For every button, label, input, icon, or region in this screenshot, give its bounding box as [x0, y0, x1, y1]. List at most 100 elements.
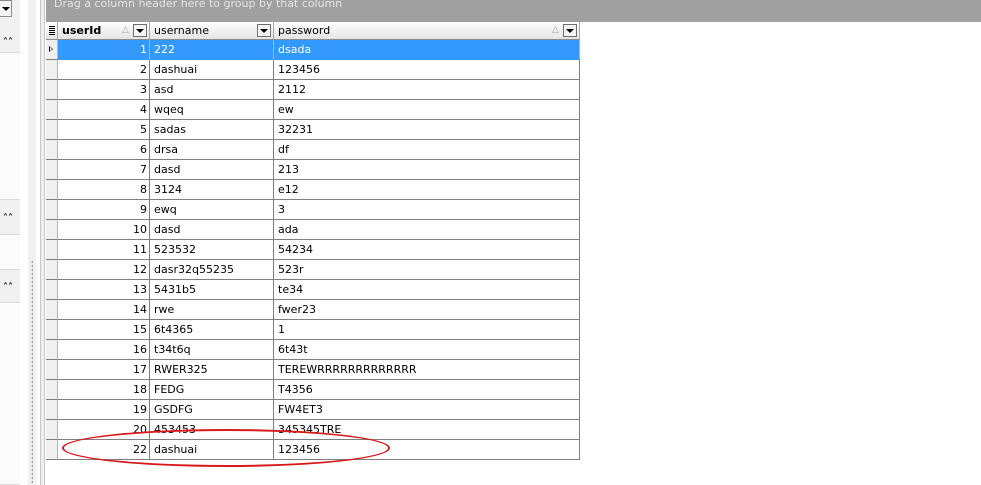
filter-dropdown-icon[interactable]: [257, 24, 271, 37]
row-indicator[interactable]: [46, 400, 58, 420]
cell-password[interactable]: FW4ET3: [274, 400, 580, 420]
cell-userid[interactable]: 22: [58, 440, 150, 460]
cell-password[interactable]: 213: [274, 160, 580, 180]
row-indicator[interactable]: [46, 260, 58, 280]
table-row[interactable]: 22 dashuai 123456: [46, 440, 580, 460]
table-row[interactable]: 5 sadas 32231: [46, 120, 580, 140]
cell-username[interactable]: 222: [150, 40, 274, 60]
cell-userid[interactable]: 6: [58, 140, 150, 160]
cell-username[interactable]: t34t6q: [150, 340, 274, 360]
cell-username[interactable]: ewq: [150, 200, 274, 220]
panel-splitter[interactable]: [28, 0, 36, 485]
collapse-up-icon[interactable]: ˄˄: [0, 212, 16, 226]
cell-userid[interactable]: 13: [58, 280, 150, 300]
row-indicator[interactable]: [46, 440, 58, 460]
row-indicator[interactable]: [46, 40, 58, 60]
cell-userid[interactable]: 10: [58, 220, 150, 240]
row-indicator[interactable]: [46, 60, 58, 80]
row-indicator[interactable]: [46, 200, 58, 220]
cell-username[interactable]: GSDFG: [150, 400, 274, 420]
table-row[interactable]: 14 rwe fwer23: [46, 300, 580, 320]
cell-password[interactable]: ada: [274, 220, 580, 240]
cell-password[interactable]: 32231: [274, 120, 580, 140]
cell-password[interactable]: 345345TRE: [274, 420, 580, 440]
row-indicator[interactable]: [46, 420, 58, 440]
cell-password[interactable]: T4356: [274, 380, 580, 400]
cell-password[interactable]: 3: [274, 200, 580, 220]
cell-userid[interactable]: 9: [58, 200, 150, 220]
cell-userid[interactable]: 14: [58, 300, 150, 320]
cell-userid[interactable]: 5: [58, 120, 150, 140]
row-indicator[interactable]: [46, 80, 58, 100]
cell-username[interactable]: 5431b5: [150, 280, 274, 300]
table-row[interactable]: 9 ewq 3: [46, 200, 580, 220]
cell-userid[interactable]: 7: [58, 160, 150, 180]
cell-username[interactable]: dashuai: [150, 440, 274, 460]
cell-userid[interactable]: 2: [58, 60, 150, 80]
row-indicator[interactable]: [46, 160, 58, 180]
row-indicator[interactable]: [46, 220, 58, 240]
table-row[interactable]: 7 dasd 213: [46, 160, 580, 180]
column-header-password[interactable]: password △: [274, 22, 580, 40]
cell-username[interactable]: rwe: [150, 300, 274, 320]
cell-password[interactable]: 54234: [274, 240, 580, 260]
cell-password[interactable]: 6t43t: [274, 340, 580, 360]
cell-username[interactable]: RWER325: [150, 360, 274, 380]
cell-password[interactable]: te34: [274, 280, 580, 300]
table-row[interactable]: 18 FEDG T4356: [46, 380, 580, 400]
cell-password[interactable]: 1: [274, 320, 580, 340]
cell-password[interactable]: 2112: [274, 80, 580, 100]
cell-userid[interactable]: 12: [58, 260, 150, 280]
row-indicator[interactable]: [46, 340, 58, 360]
table-row[interactable]: 15 6t4365 1: [46, 320, 580, 340]
table-row[interactable]: 19 GSDFG FW4ET3: [46, 400, 580, 420]
cell-password[interactable]: df: [274, 140, 580, 160]
cell-password[interactable]: TEREWRRRRRRRRRRRRR: [274, 360, 580, 380]
cell-username[interactable]: dashuai: [150, 60, 274, 80]
cell-password[interactable]: dsada: [274, 40, 580, 60]
cell-password[interactable]: ew: [274, 100, 580, 120]
row-indicator[interactable]: [46, 300, 58, 320]
table-row[interactable]: 20 453453 345345TRE: [46, 420, 580, 440]
cell-username[interactable]: dasd: [150, 220, 274, 240]
filter-dropdown-icon[interactable]: [563, 24, 577, 37]
row-indicator[interactable]: [46, 240, 58, 260]
cell-password[interactable]: 523r: [274, 260, 580, 280]
cell-username[interactable]: dasr32q55235: [150, 260, 274, 280]
row-indicator[interactable]: [46, 360, 58, 380]
cell-password[interactable]: 123456: [274, 440, 580, 460]
column-chooser-button[interactable]: [46, 22, 58, 40]
row-indicator[interactable]: [46, 380, 58, 400]
table-row[interactable]: 13 5431b5 te34: [46, 280, 580, 300]
cell-userid[interactable]: 18: [58, 380, 150, 400]
table-row[interactable]: 10 dasd ada: [46, 220, 580, 240]
cell-username[interactable]: 523532: [150, 240, 274, 260]
row-indicator[interactable]: [46, 100, 58, 120]
row-indicator[interactable]: [46, 280, 58, 300]
table-row[interactable]: 3 asd 2112: [46, 80, 580, 100]
cell-username[interactable]: dasd: [150, 160, 274, 180]
cell-userid[interactable]: 16: [58, 340, 150, 360]
row-indicator[interactable]: [46, 180, 58, 200]
cell-userid[interactable]: 11: [58, 240, 150, 260]
cell-userid[interactable]: 3: [58, 80, 150, 100]
cell-userid[interactable]: 17: [58, 360, 150, 380]
table-row[interactable]: 12 dasr32q55235 523r: [46, 260, 580, 280]
row-indicator[interactable]: [46, 140, 58, 160]
group-by-panel[interactable]: Drag a column header here to group by th…: [46, 0, 981, 22]
cell-password[interactable]: fwer23: [274, 300, 580, 320]
cell-userid[interactable]: 8: [58, 180, 150, 200]
filter-dropdown-icon[interactable]: [133, 24, 147, 37]
table-row[interactable]: 16 t34t6q 6t43t: [46, 340, 580, 360]
collapse-up-icon[interactable]: ˄˄: [0, 36, 16, 50]
cell-password[interactable]: 123456: [274, 60, 580, 80]
table-row[interactable]: 1 222 dsada: [46, 40, 580, 60]
cell-username[interactable]: wqeq: [150, 100, 274, 120]
cell-userid[interactable]: 19: [58, 400, 150, 420]
table-row[interactable]: 8 3124 e12: [46, 180, 580, 200]
cell-userid[interactable]: 1: [58, 40, 150, 60]
column-header-username[interactable]: username: [150, 22, 274, 40]
cell-username[interactable]: drsa: [150, 140, 274, 160]
cell-userid[interactable]: 15: [58, 320, 150, 340]
cell-username[interactable]: asd: [150, 80, 274, 100]
